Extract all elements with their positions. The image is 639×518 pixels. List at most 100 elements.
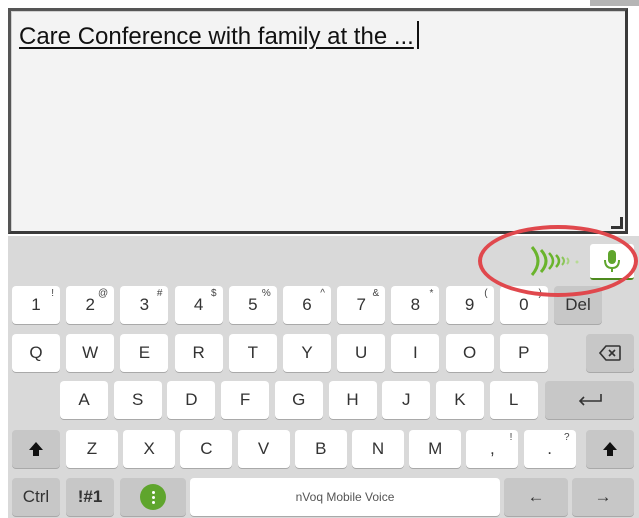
microphone-icon	[604, 250, 620, 272]
right-arrow-key[interactable]: →	[572, 478, 634, 516]
key-9[interactable]: 9(	[445, 286, 494, 324]
key-t-label: T	[247, 343, 258, 362]
key-3[interactable]: 3 #	[120, 286, 169, 324]
key-7[interactable]: 7 &	[337, 286, 386, 324]
shift-key-left[interactable]	[12, 430, 60, 468]
key-k[interactable]: K	[435, 381, 484, 419]
key-a-label: A	[78, 390, 90, 409]
key-j-label: J	[401, 390, 411, 409]
key-i-label: I	[413, 343, 418, 362]
key-j[interactable]: J	[382, 381, 431, 419]
key-3-secondary-label: #	[156, 288, 163, 299]
delete-key-label: Del	[565, 295, 591, 314]
key-5-secondary-label: %	[261, 288, 271, 299]
dictation-text: Care Conference with family at the ...	[19, 21, 419, 51]
voice-status-bar	[8, 236, 639, 282]
key-comma[interactable]: ,!	[466, 430, 519, 468]
key-r[interactable]: R	[174, 334, 223, 372]
key-w-label: W	[82, 343, 99, 362]
key-a[interactable]: A	[60, 381, 108, 419]
key-2[interactable]: 2 @	[66, 286, 115, 324]
key-l[interactable]: L	[489, 381, 538, 419]
key-f-label: F	[239, 390, 251, 409]
microphone-button[interactable]	[590, 244, 634, 280]
key-i[interactable]: I	[391, 334, 440, 372]
key-p-label: P	[518, 343, 530, 362]
ctrl-key[interactable]: Ctrl	[12, 478, 60, 516]
key-y[interactable]: Y	[283, 334, 331, 372]
key-v[interactable]: V	[237, 430, 290, 468]
backspace-key[interactable]	[586, 334, 634, 372]
key-9-label: 9	[464, 295, 475, 314]
key-f[interactable]: F	[221, 381, 270, 419]
key-w[interactable]: W	[66, 334, 115, 372]
key-x[interactable]: X	[123, 430, 176, 468]
left-arrow-key[interactable]: ←	[504, 478, 568, 516]
key-e-label: E	[138, 343, 151, 362]
key-7-secondary-label: &	[372, 288, 380, 299]
key-m-label: M	[428, 439, 443, 458]
key-z[interactable]: Z	[66, 430, 118, 468]
key-g[interactable]: G	[274, 381, 323, 419]
resize-grip-icon[interactable]	[611, 217, 623, 229]
key-6-label: 6	[302, 295, 312, 314]
key-c-label: C	[200, 439, 213, 458]
key-8-secondary-label: *	[429, 288, 434, 299]
spacebar-label: nVoq Mobile Voice	[295, 490, 395, 504]
key-period[interactable]: .?	[523, 430, 576, 468]
soft-keyboard: Ctrl !#1 nVoq Mobile Voice ← → 1! 2 @3 #4 $5…	[8, 236, 639, 518]
key-0[interactable]: 0)	[499, 286, 548, 324]
key-9-secondary-label: (	[484, 288, 488, 299]
symbols-key[interactable]: !#1	[66, 478, 114, 516]
key-4[interactable]: 4 $	[174, 286, 223, 324]
menu-key[interactable]	[120, 478, 186, 516]
key-d-label: D	[185, 390, 198, 409]
key-z-label: Z	[86, 439, 98, 458]
dictation-text-area[interactable]: Care Conference with family at the ...	[8, 8, 628, 234]
spacebar[interactable]: nVoq Mobile Voice	[190, 478, 500, 516]
enter-key[interactable]	[545, 381, 634, 419]
key-s[interactable]: S	[113, 381, 162, 419]
key-n-label: N	[371, 439, 385, 458]
key-1-label: 1	[31, 295, 41, 314]
key-s-label: S	[132, 390, 144, 409]
key-u[interactable]: U	[337, 334, 386, 372]
key-t[interactable]: T	[228, 334, 277, 372]
key-7-label: 7	[356, 295, 366, 314]
key-h[interactable]: H	[328, 381, 377, 419]
key-o[interactable]: O	[445, 334, 494, 372]
shift-icon	[603, 442, 617, 456]
key-r-label: R	[192, 343, 205, 362]
key-5[interactable]: 5%	[228, 286, 277, 324]
key-0-label: 0	[519, 295, 529, 314]
key-8-label: 8	[410, 295, 421, 314]
key-m[interactable]: M	[409, 430, 462, 468]
key-6[interactable]: 6 ^	[283, 286, 331, 324]
delete-key[interactable]: Del	[554, 286, 602, 324]
key-b-label: B	[315, 439, 327, 458]
key-period-label: .	[547, 439, 552, 458]
key-q[interactable]: Q	[12, 334, 60, 372]
key-o-label: O	[462, 343, 477, 362]
key-n[interactable]: N	[352, 430, 404, 468]
key-e[interactable]: E	[120, 334, 169, 372]
key-4-label: 4	[193, 295, 204, 314]
key-y-label: Y	[301, 343, 313, 362]
text-field-value: Care Conference with family at the ...	[19, 23, 414, 50]
shift-key-right[interactable]	[586, 430, 634, 468]
key-l-label: L	[508, 390, 519, 409]
key-3-label: 3	[139, 295, 150, 314]
key-1[interactable]: 1!	[12, 286, 60, 324]
key-p[interactable]: P	[499, 334, 548, 372]
key-8[interactable]: 8 *	[391, 286, 440, 324]
sound-waves-icon	[530, 246, 579, 276]
menu-dots-icon	[140, 484, 166, 510]
key-b[interactable]: B	[294, 430, 347, 468]
key-1-secondary-label: !	[51, 288, 54, 299]
key-x-label: X	[143, 439, 155, 458]
ctrl-key-label: Ctrl	[22, 487, 50, 506]
key-d[interactable]: D	[167, 381, 216, 419]
key-4-secondary-label: $	[211, 288, 217, 299]
enter-icon	[578, 394, 602, 406]
key-c[interactable]: C	[180, 430, 233, 468]
